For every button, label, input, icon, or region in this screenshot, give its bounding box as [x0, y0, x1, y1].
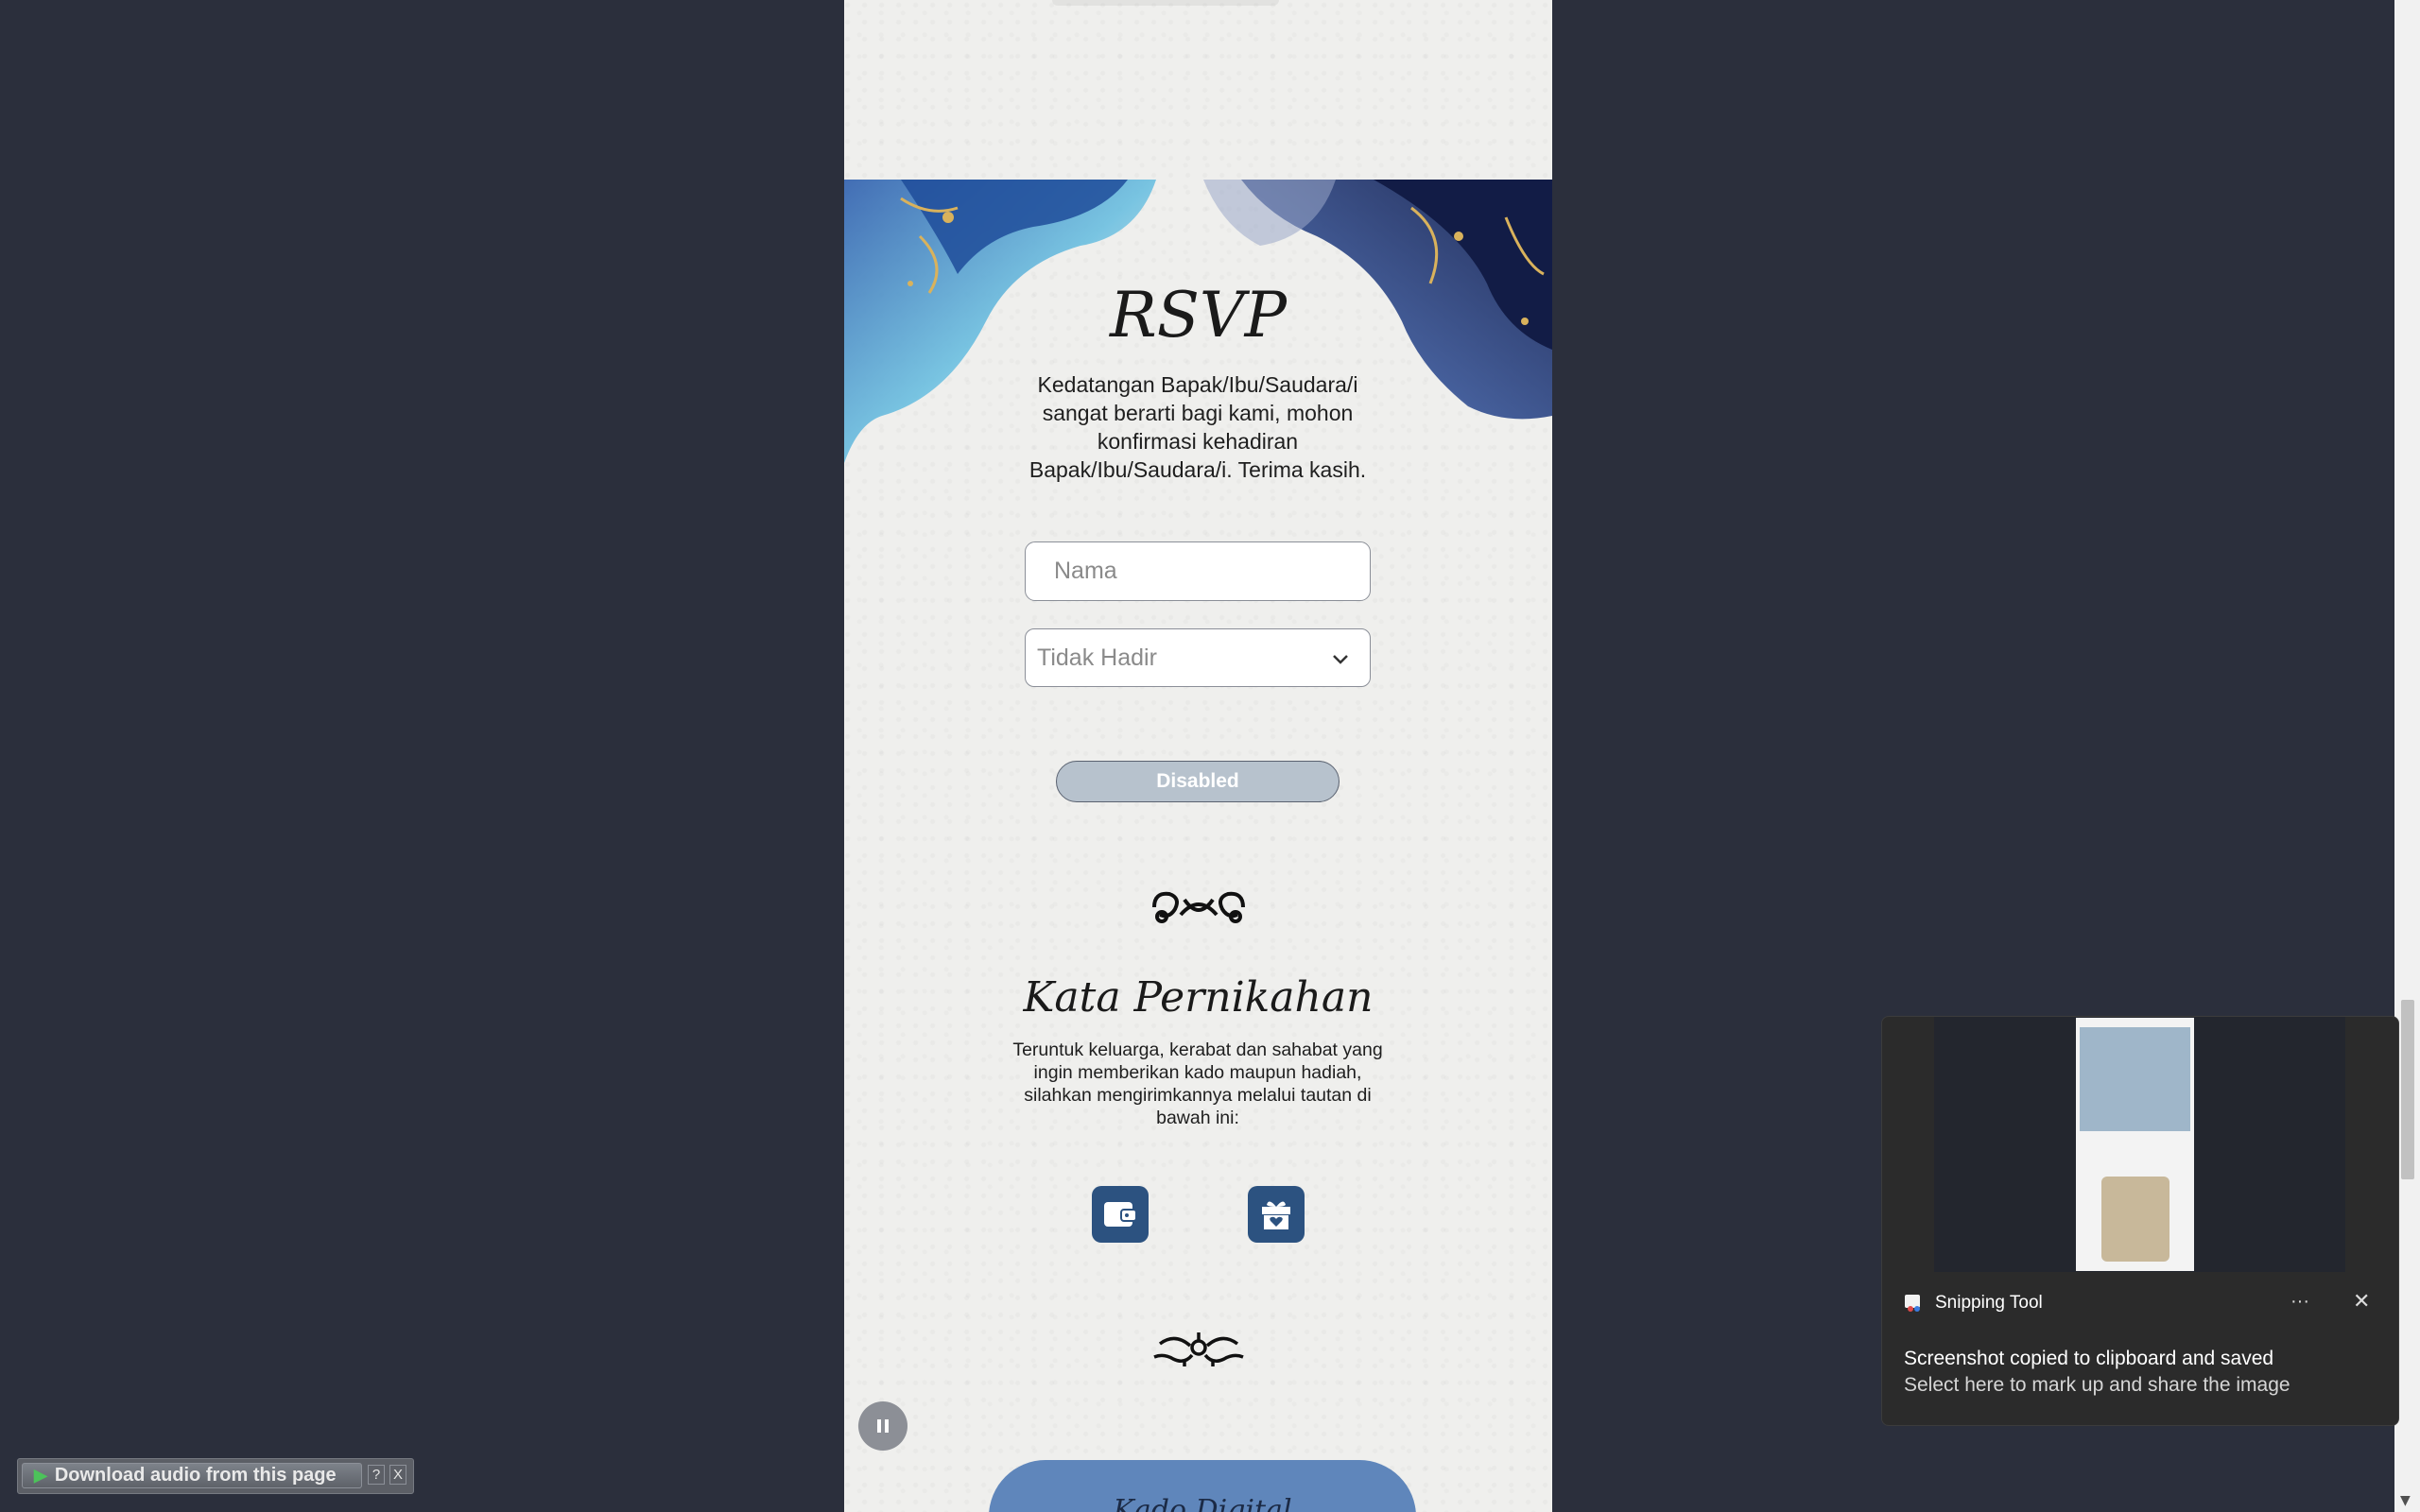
attendance-select[interactable]: Tidak Hadir [1025, 628, 1371, 687]
more-options-icon[interactable]: ··· [2290, 1291, 2309, 1313]
download-audio-bar: ▶ Download audio from this page ? X [17, 1458, 414, 1494]
ornament-divider-icon [1152, 891, 1245, 923]
scroll-down-arrow-icon[interactable]: ▼ [2400, 1493, 2411, 1508]
gift-button[interactable] [1248, 1186, 1305, 1243]
toast-subtitle: Select here to mark up and share the ima… [1904, 1374, 2290, 1396]
snipping-tool-notification[interactable]: Snipping Tool ··· ✕ Screenshot copied to… [1881, 1016, 2399, 1426]
gift-section-message: Teruntuk keluarga, kerabat dan sahabat y… [1012, 1040, 1383, 1128]
preview-map [2080, 1027, 2190, 1131]
download-audio-label: Download audio from this page [54, 1465, 337, 1486]
digital-gift-label: Kado Digital [1113, 1494, 1292, 1512]
toast-message: Screenshot copied to clipboard and saved… [1904, 1346, 2290, 1399]
toast-app-name: Snipping Tool [1935, 1293, 2043, 1313]
gift-section-title: Kata Pernikahan [1023, 973, 1374, 1022]
gift-icon [1262, 1201, 1290, 1229]
close-bar-button[interactable]: X [389, 1465, 406, 1485]
name-input[interactable] [1025, 541, 1371, 601]
ornament-flourish-icon [1153, 1332, 1244, 1366]
screenshot-preview[interactable] [1934, 1017, 2345, 1272]
previous-section-edge [1052, 0, 1279, 6]
toast-title: Screenshot copied to clipboard and saved [1904, 1348, 2274, 1369]
toast-header: Snipping Tool [1903, 1293, 2043, 1314]
wallet-button[interactable] [1092, 1186, 1149, 1243]
download-audio-button[interactable]: ▶ Download audio from this page [22, 1463, 362, 1488]
rsvp-title: RSVP [1110, 279, 1287, 352]
pause-icon [877, 1419, 889, 1433]
snipping-tool-icon [1905, 1295, 1920, 1312]
preview-thumbnail [2076, 1018, 2194, 1271]
play-icon: ▶ [34, 1466, 47, 1485]
submit-button-disabled[interactable]: Disabled [1056, 761, 1340, 802]
attendance-selected-value: Tidak Hadir [1037, 644, 1157, 671]
invitation-card: RSVP Kedatangan Bapak/Ibu/Saudara/i sang… [844, 0, 1552, 1512]
preview-photo [2101, 1177, 2169, 1262]
help-button[interactable]: ? [368, 1465, 385, 1485]
chevron-down-icon [1333, 655, 1348, 664]
rsvp-message: Kedatangan Bapak/Ibu/Saudara/i sangat be… [1028, 372, 1367, 482]
scrollbar-thumb[interactable] [2401, 1000, 2414, 1179]
close-icon[interactable]: ✕ [2353, 1289, 2370, 1314]
music-pause-button[interactable] [858, 1401, 908, 1451]
digital-gift-banner[interactable]: Kado Digital [989, 1460, 1416, 1512]
wallet-icon [1104, 1202, 1137, 1227]
